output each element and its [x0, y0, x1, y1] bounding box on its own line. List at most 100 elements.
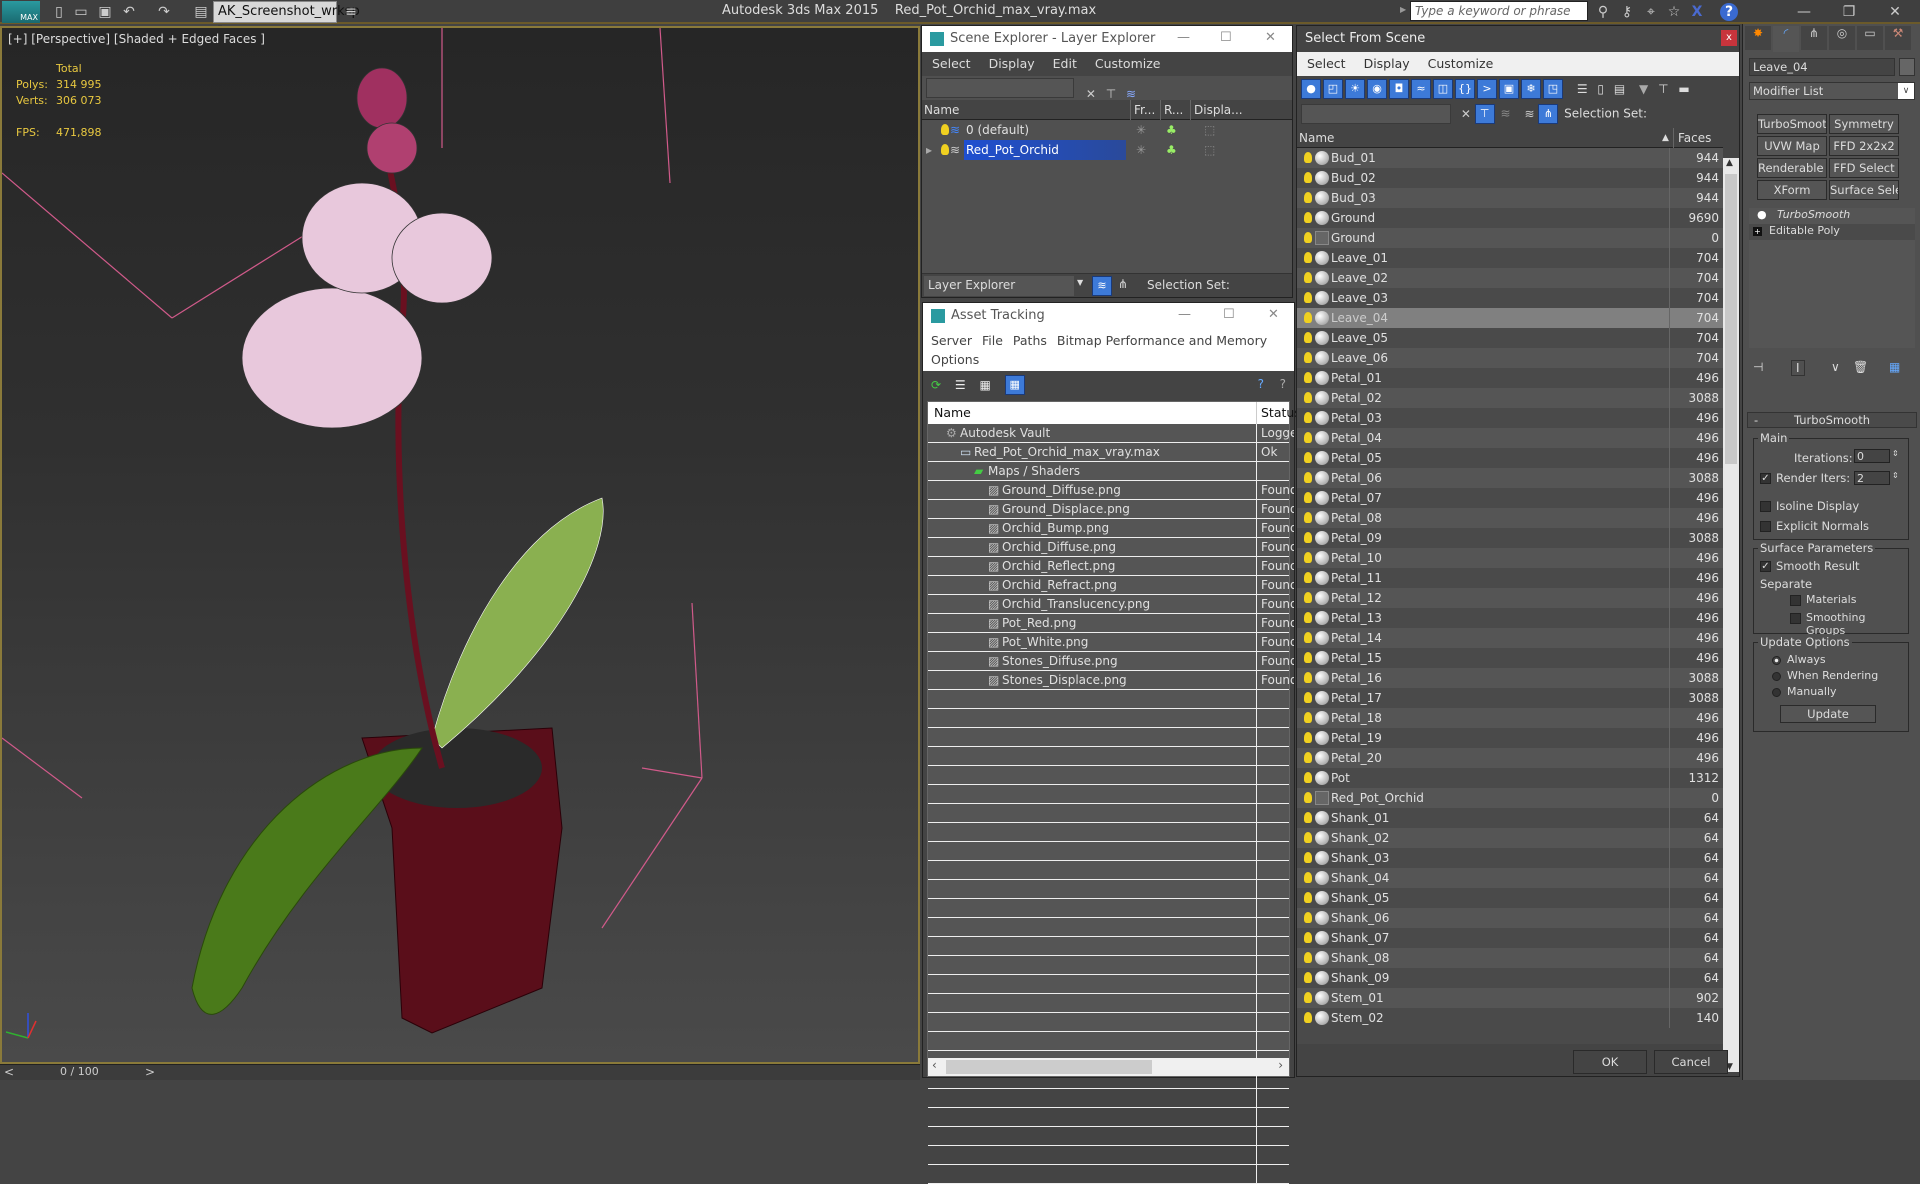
lightbulb-icon[interactable]: [1304, 632, 1312, 643]
scroll-right-icon[interactable]: ›: [1278, 1058, 1283, 1072]
lightbulb-icon[interactable]: [1304, 232, 1312, 243]
containers-filter-icon[interactable]: ▣: [1499, 79, 1519, 99]
render-iters-spinner[interactable]: 2: [1854, 471, 1890, 485]
render-teapot-icon[interactable]: ♣: [1166, 120, 1177, 140]
select-invert-icon[interactable]: ▤: [1614, 82, 1625, 96]
modifier-button-renderable-spline[interactable]: Renderable Spline: [1757, 158, 1827, 178]
asset-row[interactable]: ▭ Red_Pot_Orchid_max_vray.max Ok: [928, 443, 1289, 462]
lightbulb-icon[interactable]: [1304, 792, 1312, 803]
scene-explorer-titlebar[interactable]: Scene Explorer - Layer Explorer — ☐ ✕: [922, 26, 1292, 52]
select-none-icon[interactable]: ▯: [1597, 82, 1604, 96]
lightbulb-icon[interactable]: ●: [1757, 208, 1767, 221]
hierarchy-icon[interactable]: ⋔: [1118, 277, 1128, 291]
materials-checkbox[interactable]: [1790, 595, 1801, 606]
freeze-icon[interactable]: ✳: [1136, 140, 1146, 160]
scene-explorer-search-input[interactable]: [926, 78, 1074, 98]
layer-stack-icon[interactable]: ≋: [1524, 107, 1534, 121]
object-row[interactable]: Petal_01 496: [1297, 368, 1723, 388]
object-row[interactable]: Stem_01 902: [1297, 988, 1723, 1008]
lightbulb-icon[interactable]: [1304, 812, 1312, 823]
object-row[interactable]: Petal_16 3088: [1297, 668, 1723, 688]
menu-server[interactable]: Server: [931, 333, 972, 348]
table-view-icon[interactable]: ▦: [1004, 375, 1025, 395]
utilities-tab[interactable]: ⚒: [1885, 26, 1911, 50]
scroll-thumb[interactable]: [946, 1060, 1152, 1074]
xrefs-filter-icon[interactable]: {}: [1455, 79, 1475, 99]
new-file-icon[interactable]: ▯: [50, 3, 68, 21]
explorer-mode-dropdown[interactable]: Layer Explorer: [924, 276, 1074, 296]
asset-row[interactable]: ▨ Stones_Diffuse.png Found: [928, 652, 1294, 671]
menu-bitmap-performance-and-memory[interactable]: Bitmap Performance and Memory: [1057, 333, 1267, 348]
lightbulb-icon[interactable]: [1304, 172, 1312, 183]
filter-toggle-icon[interactable]: ⊤: [1474, 104, 1495, 124]
lightbulb-icon[interactable]: [1304, 732, 1312, 743]
object-row[interactable]: Shank_07 64: [1297, 928, 1723, 948]
object-row[interactable]: Shank_01 64: [1297, 808, 1723, 828]
object-row[interactable]: Petal_13 496: [1297, 608, 1723, 628]
cancel-button[interactable]: Cancel: [1654, 1050, 1728, 1074]
lightbulb-icon[interactable]: [1304, 452, 1312, 463]
asset-row[interactable]: ▨ Orchid_Diffuse.png Found: [928, 538, 1294, 557]
lightbulb-icon[interactable]: [1304, 832, 1312, 843]
lightbulb-icon[interactable]: [1304, 312, 1312, 323]
expand-arrow-icon[interactable]: ▸: [926, 140, 932, 160]
lightbulb-icon[interactable]: [1304, 272, 1312, 283]
display-tab[interactable]: ▭: [1857, 26, 1883, 50]
save-icon[interactable]: ▣: [96, 3, 114, 21]
lightbulb-icon[interactable]: [1304, 372, 1312, 383]
object-row[interactable]: Petal_07 496: [1297, 488, 1723, 508]
maximize-icon[interactable]: ☐: [1223, 307, 1235, 322]
restore-icon[interactable]: ❐: [1840, 3, 1858, 21]
asset-row[interactable]: ▨ Orchid_Refract.png Found: [928, 576, 1294, 595]
geometry-filter-icon[interactable]: ●: [1301, 79, 1321, 99]
scroll-up-icon[interactable]: ▲: [1726, 158, 1733, 168]
ok-button[interactable]: OK: [1573, 1050, 1647, 1074]
update-when-rendering-radio[interactable]: When Rendering: [1772, 669, 1878, 682]
scroll-left-icon[interactable]: ‹: [932, 1058, 937, 1072]
project-folder-icon[interactable]: ▤: [192, 3, 210, 21]
object-row[interactable]: Petal_18 496: [1297, 708, 1723, 728]
filter-settings-icon[interactable]: ⊤: [1658, 82, 1668, 96]
clear-search-icon[interactable]: ✕: [1461, 107, 1471, 121]
freeze-icon[interactable]: ✳: [1136, 120, 1146, 140]
key-icon[interactable]: ⚷: [1618, 3, 1636, 21]
update-button[interactable]: Update: [1780, 705, 1876, 723]
explicit-normals-checkbox[interactable]: [1760, 521, 1771, 532]
object-row[interactable]: Shank_03 64: [1297, 848, 1723, 868]
display-box-icon[interactable]: ⬚: [1204, 140, 1215, 160]
modifier-button-xform[interactable]: XForm: [1757, 180, 1827, 200]
lightbulb-icon[interactable]: [941, 144, 949, 155]
star-icon[interactable]: ☆: [1665, 3, 1683, 21]
asset-row[interactable]: ⚙Autodesk Vault Logged: [928, 424, 1294, 443]
object-row[interactable]: Bud_03 944: [1297, 188, 1723, 208]
vertical-scrollbar[interactable]: ▲ ▼: [1723, 158, 1739, 1072]
layer-row[interactable]: ▸ ≋ Red_Pot_Orchid ✳ ♣ ⬚: [922, 140, 1292, 160]
spinner-arrows-icon[interactable]: ⇕: [1892, 471, 1899, 480]
lightbulb-icon[interactable]: [1304, 652, 1312, 663]
filter-icon[interactable]: ▼: [1639, 82, 1648, 96]
layers-icon[interactable]: ≋: [1501, 107, 1511, 121]
object-row[interactable]: Leave_03 704: [1297, 288, 1723, 308]
object-row[interactable]: Petal_09 3088: [1297, 528, 1723, 548]
pin-stack-icon[interactable]: ⊣: [1753, 360, 1763, 374]
menu-customize[interactable]: Customize: [1428, 56, 1494, 71]
render-teapot-icon[interactable]: ♣: [1166, 140, 1177, 160]
column-render[interactable]: R...: [1160, 100, 1183, 120]
lightbulb-icon[interactable]: [1304, 772, 1312, 783]
object-row[interactable]: Ground 9690: [1297, 208, 1723, 228]
column-freeze[interactable]: Fr...: [1130, 100, 1155, 120]
app-logo-button[interactable]: MAX: [2, 1, 40, 23]
object-row[interactable]: Leave_06 704: [1297, 348, 1723, 368]
menu-display[interactable]: Display: [1364, 56, 1410, 71]
clear-search-icon[interactable]: ✕: [1086, 87, 1096, 101]
make-unique-icon[interactable]: ∨: [1831, 360, 1840, 374]
object-row[interactable]: Petal_11 496: [1297, 568, 1723, 588]
vault-login-icon[interactable]: ?: [1258, 377, 1264, 391]
stack-item-turbosmooth[interactable]: ● TurboSmooth: [1749, 208, 1915, 224]
lightbulb-icon[interactable]: [1304, 972, 1312, 983]
select-search-input[interactable]: [1301, 104, 1451, 124]
object-row[interactable]: Petal_17 3088: [1297, 688, 1723, 708]
lightbulb-icon[interactable]: [1304, 912, 1312, 923]
asset-row[interactable]: ▨ Orchid_Reflect.png Found: [928, 557, 1294, 576]
menu-file[interactable]: File: [982, 333, 1003, 348]
